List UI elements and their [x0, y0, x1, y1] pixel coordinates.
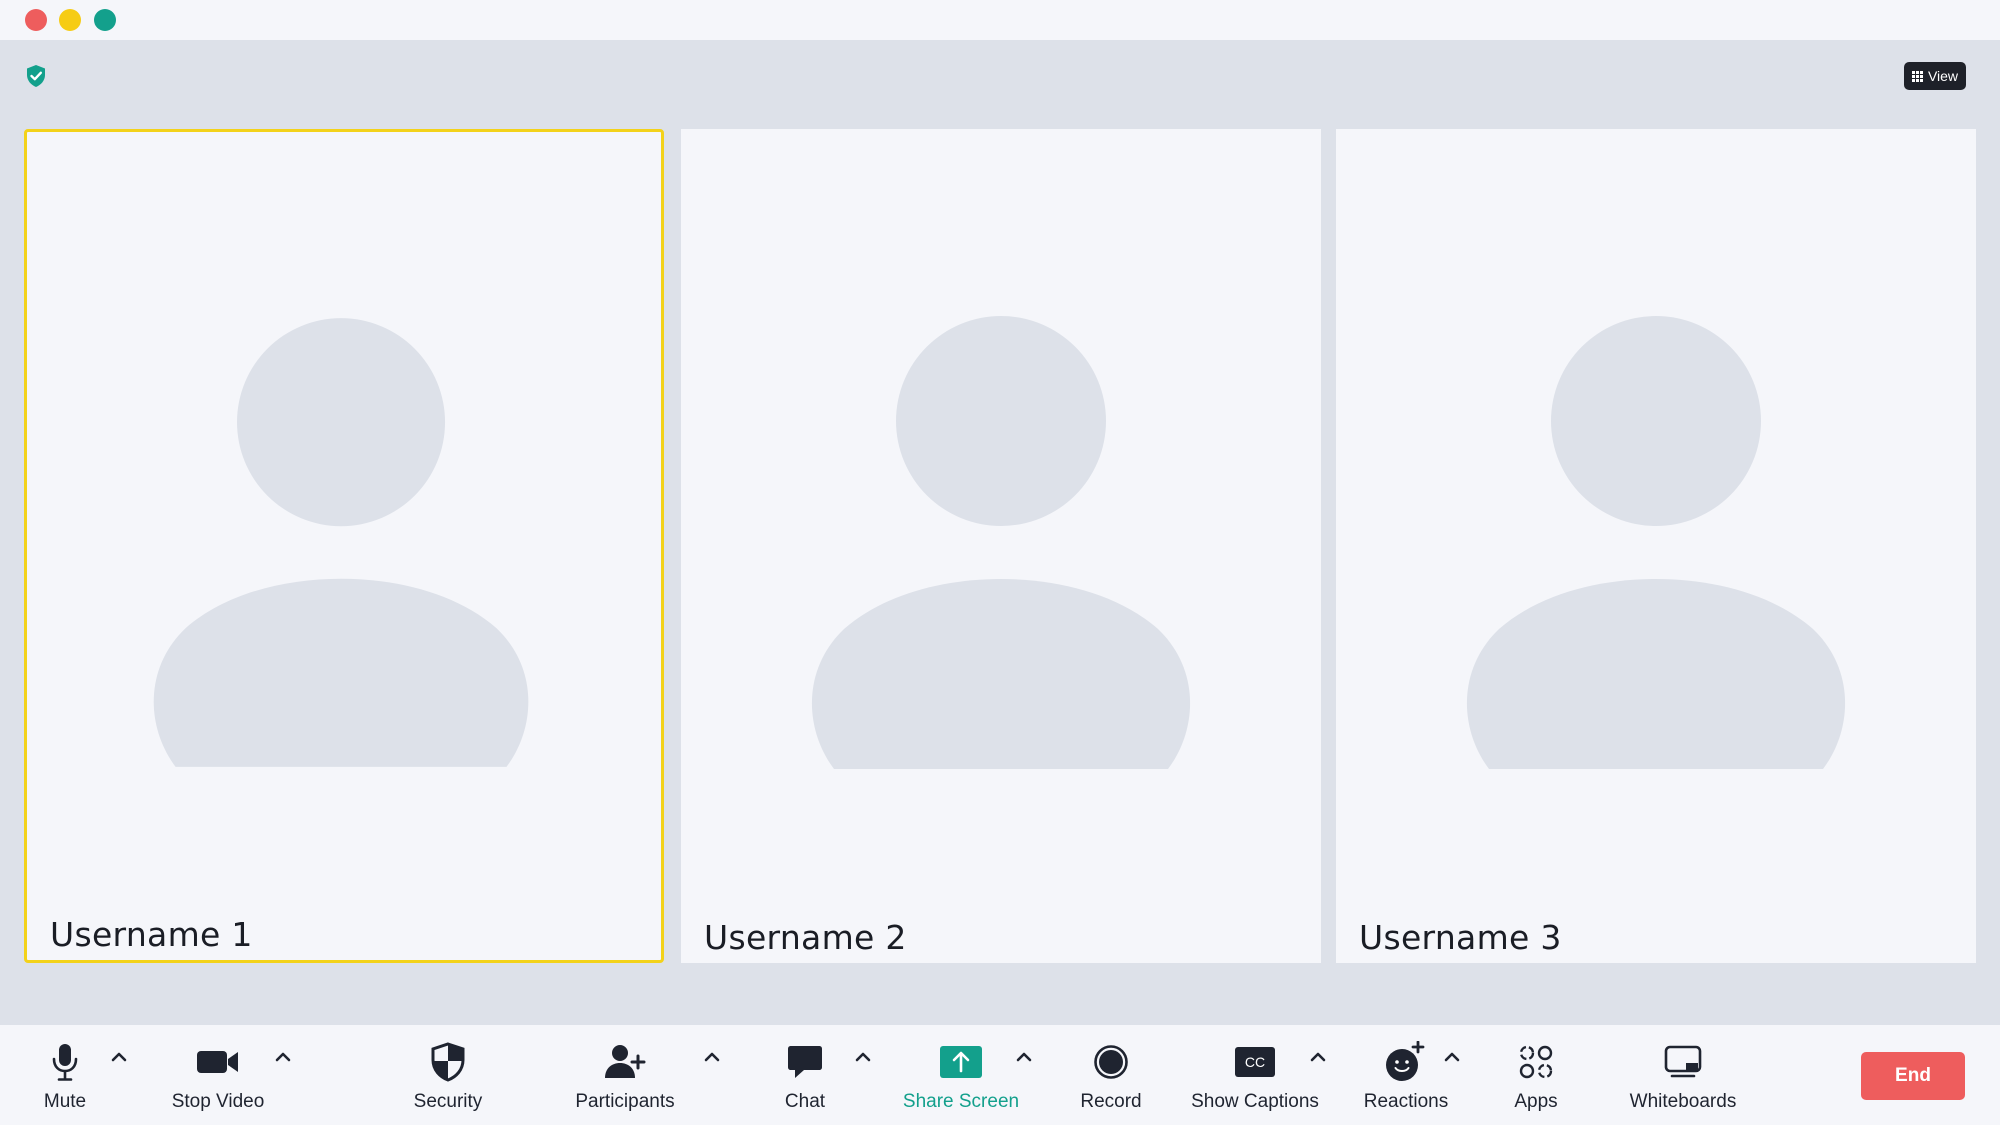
chat-label: Chat	[784, 1091, 826, 1112]
participants-button[interactable]: Participants	[570, 1039, 680, 1119]
microphone-icon	[42, 1039, 88, 1085]
view-label: View	[1927, 68, 1959, 84]
stop-video-label: Stop Video	[171, 1091, 265, 1112]
chat-options-chevron-up-icon[interactable]	[853, 1047, 873, 1067]
participants-label: Participants	[575, 1091, 675, 1112]
window-close-button[interactable]	[25, 9, 47, 31]
add-user-icon	[602, 1039, 648, 1085]
share-screen-label: Share Screen	[902, 1091, 1020, 1112]
participant-tile-3[interactable]: Username 3	[1336, 129, 1976, 963]
share-screen-icon	[938, 1039, 984, 1085]
show-captions-button[interactable]: CC Show Captions	[1189, 1039, 1321, 1119]
apps-label: Apps	[1514, 1091, 1558, 1112]
shield-check-icon[interactable]	[25, 64, 47, 88]
participant-name: Username 3	[1359, 918, 1562, 957]
share-screen-button[interactable]: Share Screen	[900, 1039, 1022, 1119]
avatar-placeholder-icon	[1466, 316, 1846, 769]
stop-video-button[interactable]: Stop Video	[168, 1039, 268, 1119]
reaction-smiley-icon	[1383, 1039, 1429, 1085]
apps-icon	[1513, 1039, 1559, 1085]
video-camera-icon	[195, 1039, 241, 1085]
mute-label: Mute	[43, 1091, 87, 1112]
avatar-placeholder-icon	[153, 318, 529, 767]
whiteboards-button[interactable]: Whiteboards	[1624, 1039, 1742, 1119]
window-minimize-button[interactable]	[59, 9, 81, 31]
reactions-button[interactable]: Reactions	[1362, 1039, 1450, 1119]
participant-tile-2[interactable]: Username 2	[681, 129, 1321, 963]
chat-button[interactable]: Chat	[780, 1039, 830, 1119]
shield-icon	[425, 1039, 471, 1085]
avatar-placeholder-icon	[811, 316, 1191, 769]
participant-name: Username 2	[704, 918, 907, 957]
mute-button[interactable]: Mute	[40, 1039, 90, 1119]
mute-options-chevron-up-icon[interactable]	[109, 1047, 129, 1067]
window-title-bar	[0, 0, 2000, 40]
end-meeting-button[interactable]: End	[1861, 1052, 1965, 1100]
whiteboard-icon	[1660, 1039, 1706, 1085]
reactions-label: Reactions	[1363, 1091, 1449, 1112]
share-options-chevron-up-icon[interactable]	[1014, 1047, 1034, 1067]
window-maximize-button[interactable]	[94, 9, 116, 31]
video-options-chevron-up-icon[interactable]	[273, 1047, 293, 1067]
reactions-options-chevron-up-icon[interactable]	[1442, 1047, 1462, 1067]
security-label: Security	[413, 1091, 483, 1112]
meeting-area: View Username 1 Username 2 Username 3	[0, 40, 2000, 1025]
participant-name: Username 1	[50, 915, 253, 954]
participant-tile-1[interactable]: Username 1	[24, 129, 664, 963]
participants-options-chevron-up-icon[interactable]	[702, 1047, 722, 1067]
whiteboards-label: Whiteboards	[1629, 1091, 1737, 1112]
cc-text: CC	[1245, 1054, 1265, 1070]
closed-captions-icon: CC	[1232, 1039, 1278, 1085]
view-button[interactable]: View	[1904, 62, 1966, 90]
apps-button[interactable]: Apps	[1511, 1039, 1561, 1119]
chat-bubble-icon	[782, 1039, 828, 1085]
record-label: Record	[1080, 1091, 1142, 1112]
security-button[interactable]: Security	[408, 1039, 488, 1119]
meeting-toolbar: Mute Stop Video Security Participants Ch…	[0, 1025, 2000, 1125]
show-captions-label: Show Captions	[1191, 1091, 1319, 1112]
grid-icon	[1911, 70, 1923, 82]
captions-options-chevron-up-icon[interactable]	[1308, 1047, 1328, 1067]
record-button[interactable]: Record	[1076, 1039, 1146, 1119]
record-icon	[1088, 1039, 1134, 1085]
